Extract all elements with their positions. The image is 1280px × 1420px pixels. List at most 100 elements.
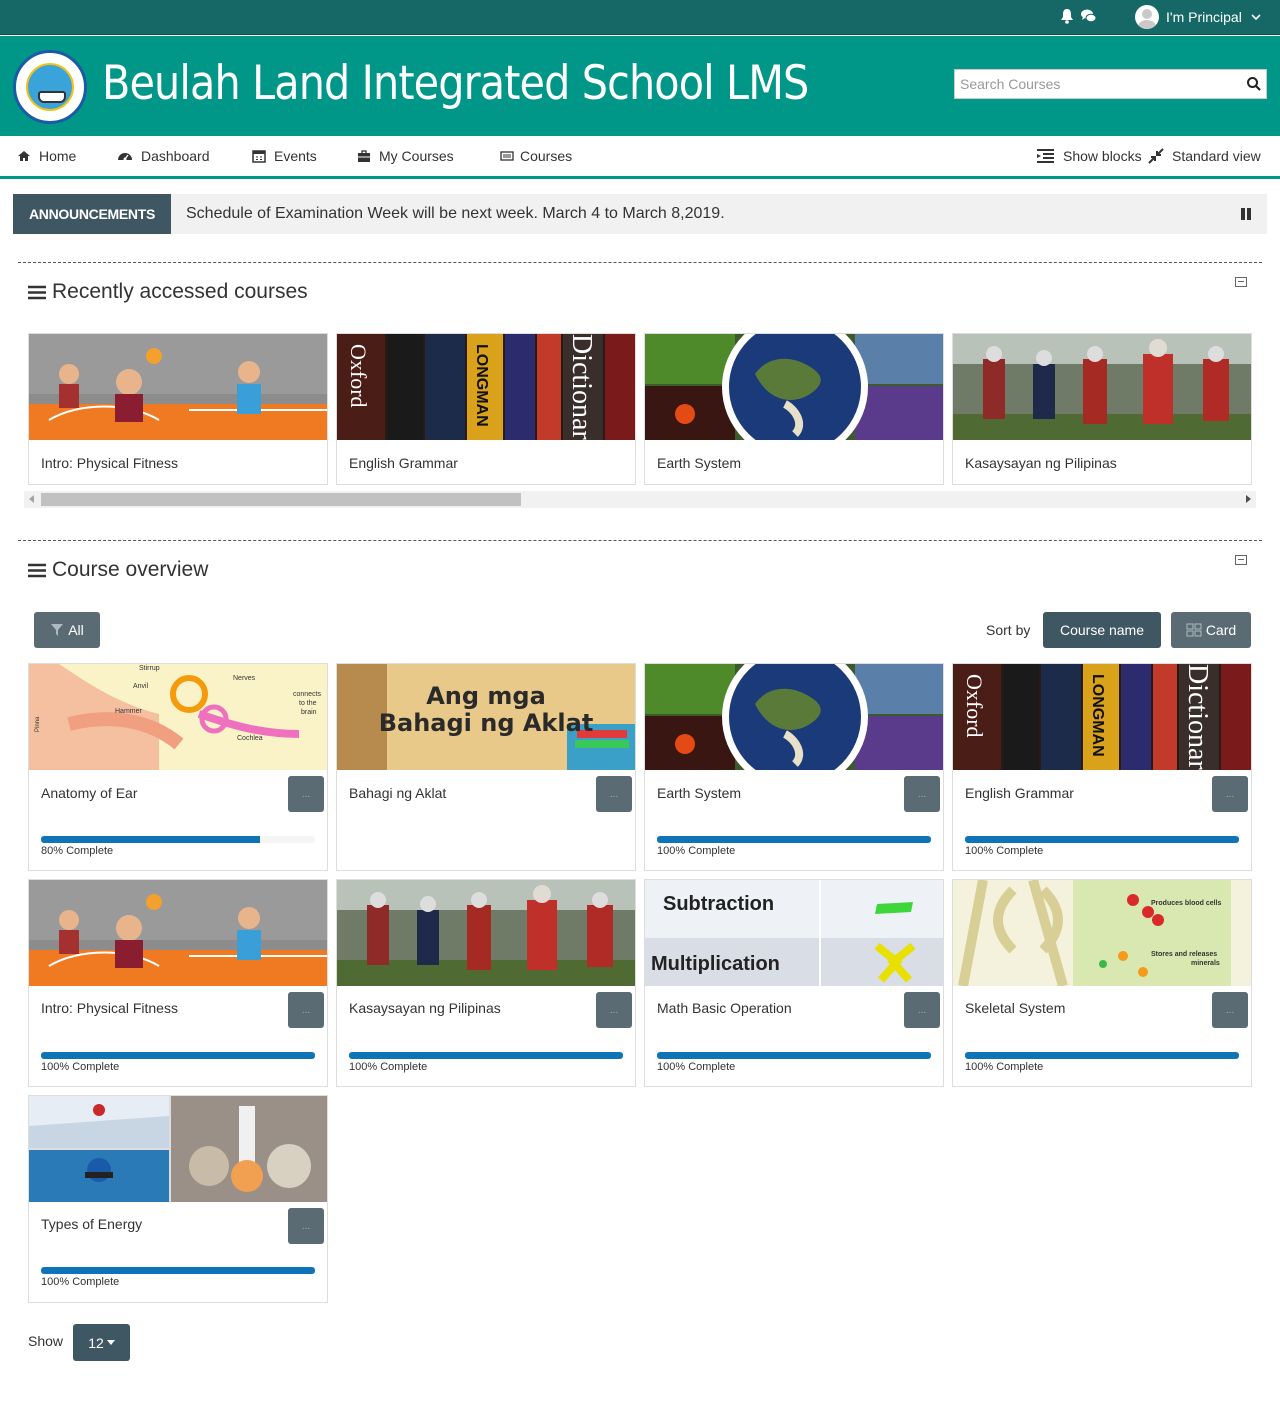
ear-label-connects: connects (293, 691, 322, 698)
course-title[interactable]: Anatomy of Ear (41, 785, 138, 801)
course-card[interactable]: Intro: Physical Fitness ... 100% Complet… (28, 879, 328, 1087)
ear-label-hammer: Hammer (115, 708, 143, 715)
nav-dashboard[interactable]: Dashboard (117, 148, 210, 164)
course-card[interactable]: Kasaysayan ng Pilipinas ... 100% Complet… (336, 879, 636, 1087)
course-card[interactable]: Produces blood cells Stores and releases… (952, 879, 1252, 1087)
course-card[interactable]: Stirrup Anvil Hammer Nerves connects to … (28, 663, 328, 871)
search-icon[interactable] (1246, 76, 1262, 92)
progress-text: 100% Complete (657, 845, 736, 857)
course-menu-button[interactable]: ... (1212, 776, 1248, 812)
course-menu-button[interactable]: ... (288, 1208, 324, 1244)
nav-my-courses[interactable]: My Courses (357, 148, 454, 164)
course-menu-button[interactable]: ... (904, 992, 940, 1028)
progress-bar (41, 1267, 315, 1274)
recent-course-card[interactable]: Intro: Physical Fitness (28, 333, 328, 485)
nav-courses[interactable]: Courses (500, 148, 572, 164)
progress-text: 100% Complete (349, 1061, 428, 1073)
course-card[interactable]: Ang mga Bahagi ng Aklat Bahagi ng Aklat … (336, 663, 636, 871)
course-title[interactable]: Kasaysayan ng Pilipinas (965, 455, 1117, 471)
ear-label-pinna: Pinna (35, 716, 41, 732)
course-card[interactable]: Types of Energy ... 100% Complete (28, 1095, 328, 1303)
menu-icon (28, 563, 46, 577)
avatar (1135, 5, 1159, 29)
nav-events-label: Events (274, 148, 317, 164)
block-divider (18, 262, 1262, 263)
chevron-down-icon (1251, 14, 1261, 21)
collapse-overview-button[interactable] (1235, 555, 1247, 565)
progress-text: 100% Complete (41, 1061, 120, 1073)
course-card[interactable]: Subtraction Multiplication Math Basic Op… (644, 879, 944, 1087)
user-menu[interactable]: I'm Principal (1135, 5, 1261, 29)
course-overview-title: Course overview (52, 558, 209, 581)
ear-label-stirrup: Stirrup (139, 665, 160, 672)
page-size-select[interactable]: 12 (73, 1324, 130, 1361)
course-title[interactable]: Intro: Physical Fitness (41, 1000, 178, 1016)
recent-course-card[interactable]: Earth System (644, 333, 944, 485)
course-title[interactable]: Math Basic Operation (657, 1000, 792, 1016)
nav-dashboard-label: Dashboard (141, 148, 210, 164)
aklat-line2: Bahagi ng Aklat (379, 709, 594, 737)
course-title[interactable]: Earth System (657, 455, 741, 471)
course-title[interactable]: Bahagi ng Aklat (349, 785, 446, 801)
chat-icon[interactable] (1080, 8, 1097, 24)
search-input[interactable] (955, 70, 1225, 98)
announcement-text[interactable]: Schedule of Examination Week will be nex… (186, 205, 725, 223)
course-menu-button[interactable]: ... (596, 776, 632, 812)
progress-bar (349, 1052, 623, 1059)
sort-button[interactable]: Course name (1043, 612, 1161, 648)
pause-icon[interactable] (1239, 207, 1253, 221)
announcement-label: ANNOUNCEMENTS (13, 194, 171, 234)
standard-view-button[interactable]: Standard view (1148, 148, 1261, 164)
ear-label-brain: brain (301, 709, 317, 716)
scroll-right-icon[interactable] (1246, 495, 1251, 503)
progress-text: 100% Complete (41, 1276, 120, 1288)
course-card[interactable]: Earth System ... 100% Complete (644, 663, 944, 871)
nav-courses-label: Courses (520, 148, 573, 164)
course-image: Ang mga Bahagi ng Aklat (337, 664, 635, 770)
course-title[interactable]: Skeletal System (965, 1000, 1065, 1016)
progress-fill (657, 1052, 931, 1059)
nav-home[interactable]: Home (17, 148, 76, 164)
course-card[interactable]: Oxford LONGMAN Dictionar English Grammar… (952, 663, 1252, 871)
site-title[interactable]: Beulah Land Integrated School LMS (102, 56, 809, 111)
progress-text: 100% Complete (965, 1061, 1044, 1073)
compress-icon (1148, 148, 1164, 164)
course-menu-button[interactable]: ... (288, 776, 324, 812)
view-button[interactable]: Card (1171, 612, 1251, 648)
course-image (953, 334, 1251, 440)
courses-icon (500, 151, 514, 161)
show-blocks-button[interactable]: Show blocks (1036, 148, 1142, 164)
nav-events[interactable]: Events (252, 148, 317, 164)
recent-course-card[interactable]: Oxford LONGMAN Dictionar English Grammar (336, 333, 636, 485)
briefcase-icon (358, 149, 370, 162)
horizontal-scrollbar[interactable] (24, 491, 1256, 508)
course-title[interactable]: Earth System (657, 785, 741, 801)
course-menu-button[interactable]: ... (288, 992, 324, 1028)
course-image (29, 334, 327, 440)
collapse-recent-button[interactable] (1235, 277, 1247, 287)
block-divider (18, 540, 1262, 541)
recent-course-card[interactable]: Kasaysayan ng Pilipinas (952, 333, 1252, 485)
course-image: Oxford LONGMAN Dictionar (953, 664, 1251, 770)
course-image (645, 664, 943, 770)
progress-fill (41, 836, 261, 843)
course-title[interactable]: English Grammar (349, 455, 458, 471)
course-title[interactable]: Intro: Physical Fitness (41, 455, 178, 471)
progress-bar (657, 836, 931, 843)
school-logo[interactable] (13, 50, 87, 124)
nav-my-courses-label: My Courses (379, 148, 454, 164)
scroll-thumb[interactable] (41, 493, 521, 506)
course-menu-button[interactable]: ... (1212, 992, 1248, 1028)
course-title[interactable]: Kasaysayan ng Pilipinas (349, 1000, 501, 1016)
skeletal-stores1-text: Stores and releases (1151, 951, 1217, 958)
filter-button[interactable]: All (34, 612, 100, 648)
course-title[interactable]: English Grammar (965, 785, 1074, 801)
course-title[interactable]: Types of Energy (41, 1216, 142, 1232)
course-menu-button[interactable]: ... (596, 992, 632, 1028)
aklat-line1: Ang mga (426, 682, 546, 710)
course-menu-button[interactable]: ... (904, 776, 940, 812)
bell-icon[interactable] (1060, 8, 1074, 24)
dictionary-oxford-text: Oxford (346, 344, 371, 408)
progress-text: 80% Complete (41, 845, 114, 857)
scroll-left-icon[interactable] (29, 495, 34, 503)
